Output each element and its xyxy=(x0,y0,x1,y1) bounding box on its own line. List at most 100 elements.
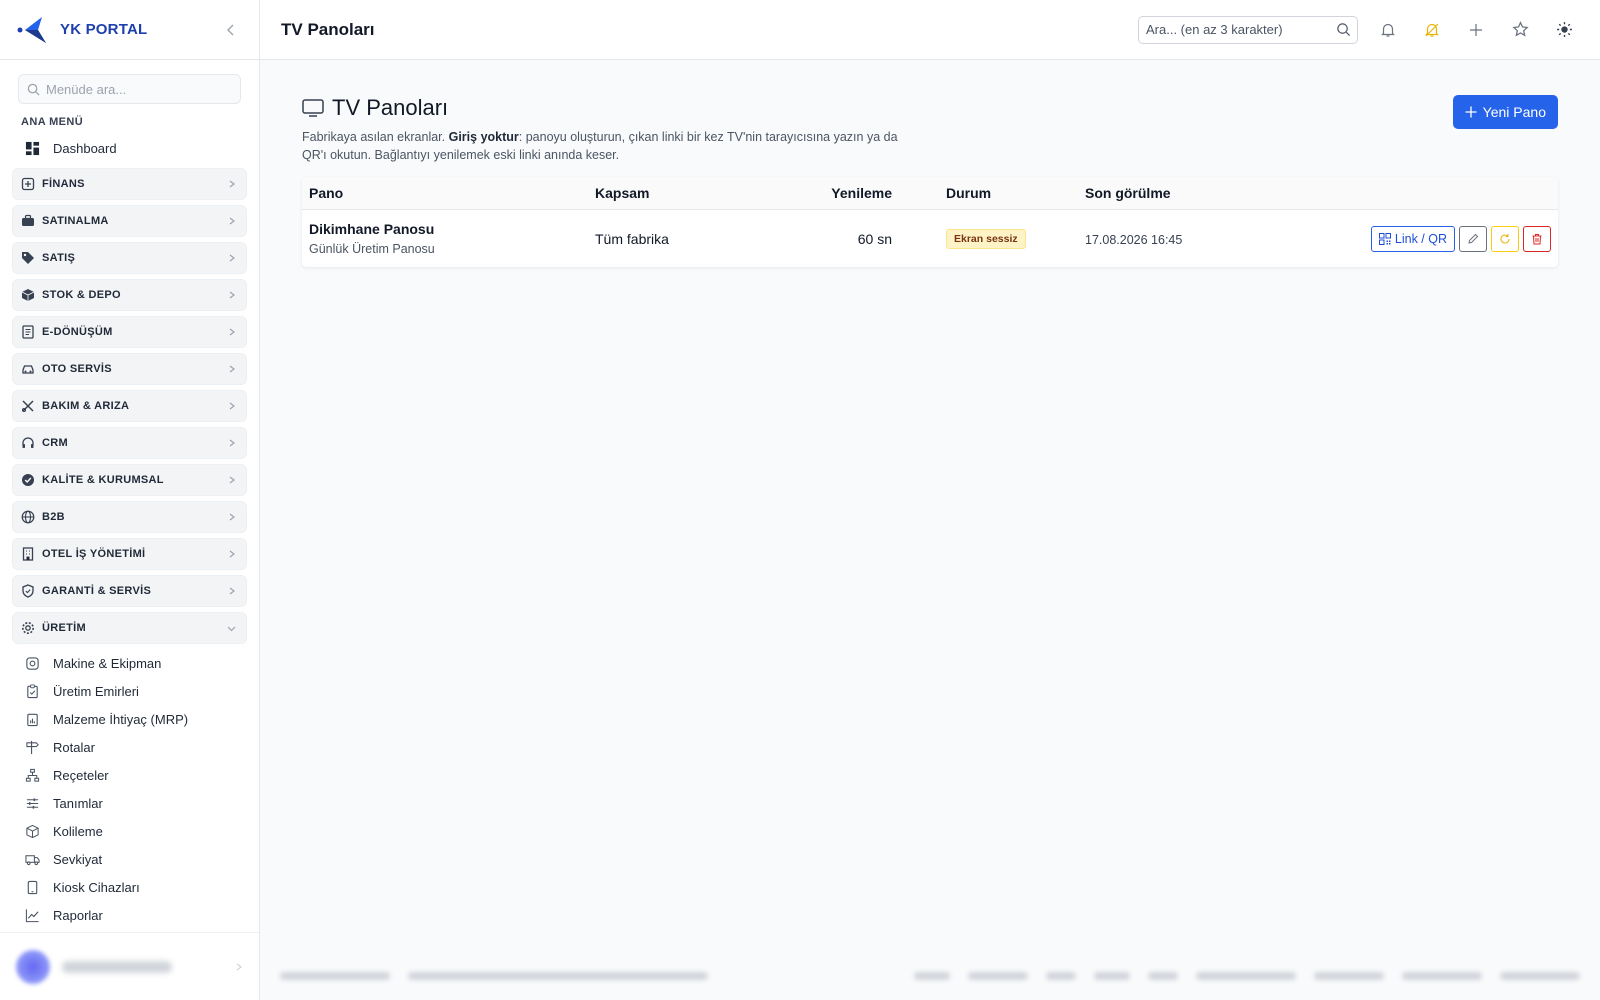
bell-slash-icon xyxy=(1425,23,1439,37)
sidebar-group-oto-servis[interactable]: OTO SERVİS xyxy=(12,353,247,385)
footer-blur xyxy=(1314,972,1384,980)
sidebar-item-mrp[interactable]: Malzeme İhtiyaç (MRP) xyxy=(0,705,259,733)
sidebar-item-makine-ekipman[interactable]: Makine & Ekipman xyxy=(0,649,259,677)
sidebar-group-crm[interactable]: CRM xyxy=(12,427,247,459)
footer-blur xyxy=(1500,972,1580,980)
car-icon xyxy=(21,362,35,376)
footer-blur xyxy=(1196,972,1296,980)
sidebar-group-e-donusum[interactable]: E-DÖNÜŞÜM xyxy=(12,316,247,348)
cell-pano: Dikimhane Panosu Günlük Üretim Panosu xyxy=(302,221,595,256)
plus-icon xyxy=(1465,106,1477,118)
plus-icon xyxy=(1470,23,1482,36)
sidebar-item-label: Kolileme xyxy=(53,823,103,839)
column-header-son-gorulme[interactable]: Son görülme xyxy=(1085,185,1325,201)
sidebar-group-label: KALİTE & KURUMSAL xyxy=(42,474,164,486)
sidebar-group-kalite-kurumsal[interactable]: KALİTE & KURUMSAL xyxy=(12,464,247,496)
footer-blur xyxy=(280,972,390,980)
sidebar-group-b2b[interactable]: B2B xyxy=(12,501,247,533)
sidebar-item-kiosk-cihazlari[interactable]: Kiosk Cihazları xyxy=(0,873,259,901)
sidebar-item-label: Raporlar xyxy=(53,907,103,923)
footer-blur xyxy=(408,972,708,980)
avatar[interactable] xyxy=(16,949,50,984)
sidebar-item-sevkiyat[interactable]: Sevkiyat xyxy=(0,845,259,873)
sidebar-group-garanti-servis[interactable]: GARANTİ & SERVİS xyxy=(12,575,247,607)
sidebar-item-label: Üretim Emirleri xyxy=(53,683,139,699)
search-icon[interactable] xyxy=(1336,22,1351,37)
sidebar-group-label: SATIŞ xyxy=(42,252,76,264)
sidebar-item-rotalar[interactable]: Rotalar xyxy=(0,733,259,761)
sidebar-group-uretim[interactable]: ÜRETİM xyxy=(12,612,247,644)
shield-icon xyxy=(21,584,35,598)
description-text: Fabrikaya asılan ekranlar. xyxy=(302,130,449,144)
chevron-right-icon xyxy=(228,217,236,225)
alerts-muted-button[interactable] xyxy=(1418,16,1446,44)
sidebar-group-satis[interactable]: SATIŞ xyxy=(12,242,247,274)
quick-add-button[interactable] xyxy=(1462,16,1490,44)
box-icon xyxy=(21,288,35,302)
machine-gear-icon xyxy=(24,655,40,671)
dashboard-icon xyxy=(24,140,40,156)
column-header-kapsam[interactable]: Kapsam xyxy=(595,185,785,201)
sidebar: YK PORTAL ANA MENÜ Dashboard FİNANS SATI… xyxy=(0,0,260,1000)
sidebar-collapse-button[interactable] xyxy=(219,18,243,42)
main-content: TV Panoları Fabrikaya asılan ekranlar. G… xyxy=(260,60,1600,1000)
sidebar-item-dashboard[interactable]: Dashboard xyxy=(0,134,259,162)
menu-search-input[interactable] xyxy=(46,81,226,97)
sidebar-groups: FİNANS SATINALMA SATIŞ STOK & DEPO E-DÖN… xyxy=(0,168,259,644)
new-board-button[interactable]: Yeni Pano xyxy=(1452,95,1558,129)
line-chart-icon xyxy=(24,907,40,923)
delete-button[interactable] xyxy=(1523,225,1551,252)
page-description: Fabrikaya asılan ekranlar. Giriş yoktur:… xyxy=(302,128,902,164)
search-icon xyxy=(27,83,40,96)
sidebar-group-label: B2B xyxy=(42,511,65,523)
sidebar-group-finans[interactable]: FİNANS xyxy=(12,168,247,200)
column-header-yenileme[interactable]: Yenileme xyxy=(785,185,892,201)
brand-logo-icon[interactable] xyxy=(16,13,50,47)
sidebar-item-label: Reçeteler xyxy=(53,767,109,783)
user-name-redacted xyxy=(62,960,172,973)
description-bold: Giriş yoktur xyxy=(448,130,519,144)
sidebar-group-satinalma[interactable]: SATINALMA xyxy=(12,205,247,237)
theme-toggle-button[interactable] xyxy=(1550,16,1578,44)
notifications-button[interactable] xyxy=(1374,16,1402,44)
brand-name[interactable]: YK PORTAL xyxy=(60,21,147,38)
tools-icon xyxy=(21,399,35,413)
menu-search-box[interactable] xyxy=(18,74,241,104)
signpost-icon xyxy=(24,739,40,755)
sidebar-group-bakim-ariza[interactable]: BAKIM & ARIZA xyxy=(12,390,247,422)
tv-icon xyxy=(302,99,324,117)
edit-button[interactable] xyxy=(1459,225,1487,252)
sidebar-item-label: Malzeme İhtiyaç (MRP) xyxy=(53,711,189,727)
sidebar-item-raporlar[interactable]: Raporlar xyxy=(0,901,259,929)
column-header-pano[interactable]: Pano xyxy=(302,185,595,201)
sidebar-group-otel-is-yonetimi[interactable]: OTEL İŞ YÖNETİMİ xyxy=(12,538,247,570)
chevron-right-icon xyxy=(228,402,236,410)
footer-blur xyxy=(1046,972,1076,980)
sidebar-item-label: Rotalar xyxy=(53,739,95,755)
hierarchy-icon xyxy=(24,767,40,783)
global-search-input[interactable] xyxy=(1146,22,1332,37)
new-board-label: Yeni Pano xyxy=(1482,104,1546,120)
production-submenu: Makine & Ekipman Üretim Emirleri Malzeme… xyxy=(0,649,259,929)
sidebar-item-tanimlar[interactable]: Tanımlar xyxy=(0,789,259,817)
global-search-box[interactable] xyxy=(1138,15,1358,44)
board-subtitle: Günlük Üretim Panosu xyxy=(309,242,435,256)
sidebar-group-stok-depo[interactable]: STOK & DEPO xyxy=(12,279,247,311)
tag-icon xyxy=(21,251,35,265)
sidebar-group-label: ÜRETİM xyxy=(42,622,86,634)
sidebar-item-receteler[interactable]: Reçeteler xyxy=(0,761,259,789)
link-qr-label: Link / QR xyxy=(1394,231,1447,246)
page-title: TV Panoları xyxy=(281,19,375,39)
column-header-durum[interactable]: Durum xyxy=(892,185,1085,201)
chevron-right-icon xyxy=(228,513,236,521)
building-icon xyxy=(21,547,35,561)
cell-actions: Link / QR xyxy=(1325,225,1558,252)
favorites-button[interactable] xyxy=(1506,16,1534,44)
link-qr-button[interactable]: Link / QR xyxy=(1370,225,1455,252)
finance-icon xyxy=(21,177,35,191)
refresh-link-button[interactable] xyxy=(1491,225,1519,252)
page-heading: TV Panoları xyxy=(302,95,902,121)
sidebar-item-uretim-emirleri[interactable]: Üretim Emirleri xyxy=(0,677,259,705)
sidebar-item-kolileme[interactable]: Kolileme xyxy=(0,817,259,845)
user-profile-bar[interactable] xyxy=(0,932,259,1000)
